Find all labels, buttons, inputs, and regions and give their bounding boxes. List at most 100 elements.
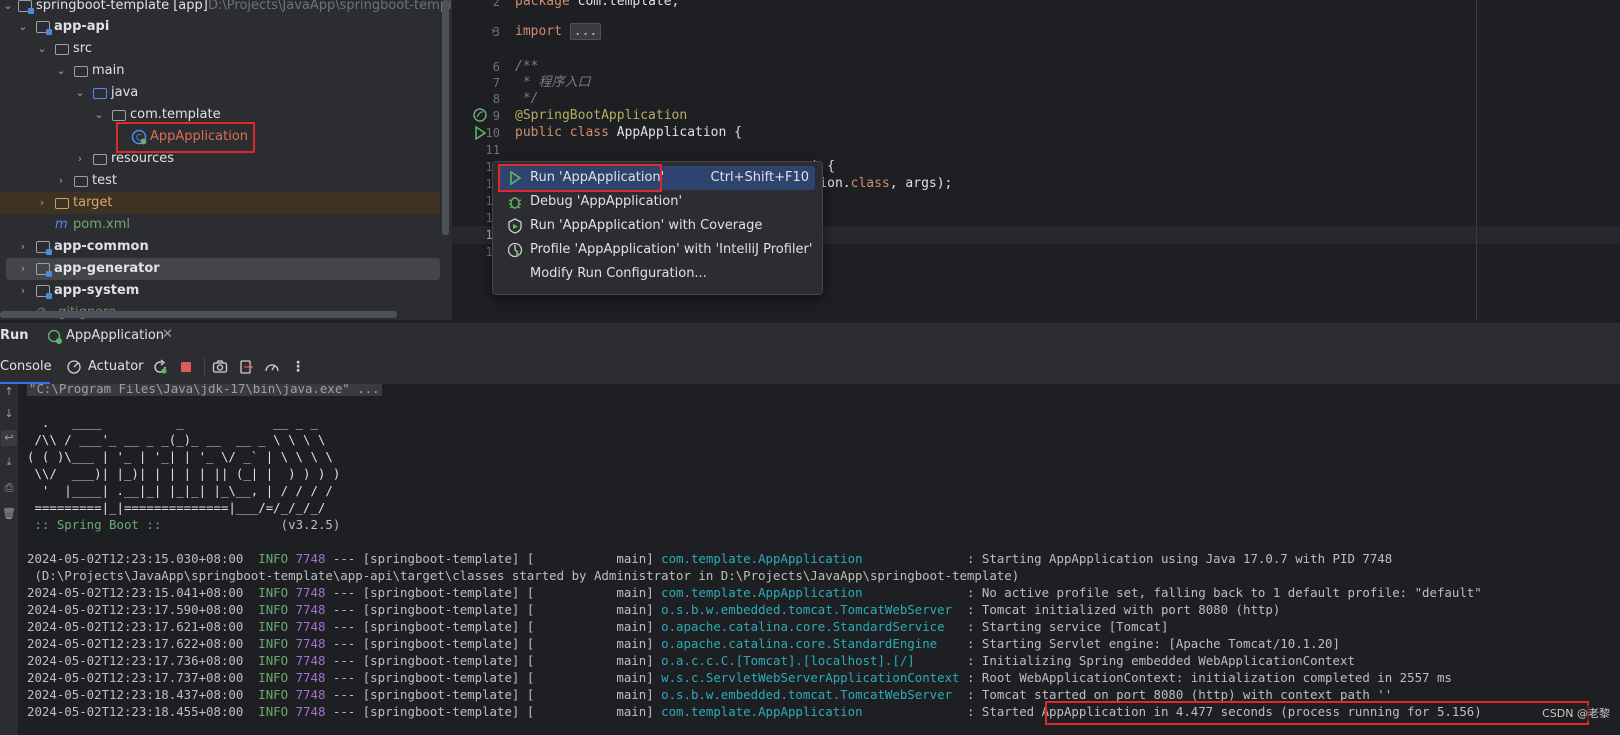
run-gutter-icon[interactable] <box>474 125 487 141</box>
fold-expand-icon[interactable]: › <box>491 24 495 37</box>
maven-icon: m <box>55 217 68 232</box>
scroll-to-end-icon[interactable]: ⤓ <box>1 454 17 470</box>
banner-line: =========|_|==============|___/=/_/_/_/ <box>27 500 326 515</box>
profiler-icon <box>507 242 523 258</box>
spring-boot-version-line: :: Spring Boot :: (v3.2.5) <box>27 517 341 532</box>
tree-horizontal-scrollbar[interactable] <box>0 311 397 318</box>
menu-item-modify-config[interactable]: Modify Run Configuration... <box>499 262 815 286</box>
tree-item-target[interactable]: › target <box>0 192 440 214</box>
right-margin-guide <box>1476 0 1477 320</box>
tab-console[interactable]: Console <box>0 350 52 384</box>
camera-icon[interactable] <box>212 359 228 375</box>
tab-console-label: Console <box>0 359 52 374</box>
menu-item-label: Profile 'AppApplication' with 'IntelliJ … <box>530 242 813 257</box>
tree-root-path: D:\Projects\JavaApp\springboot-template <box>208 0 452 13</box>
tree-label: resources <box>111 151 175 166</box>
folder-icon <box>74 176 88 187</box>
chevron-down-icon[interactable]: ⌄ <box>93 104 105 126</box>
run-tab-appapplication[interactable]: AppApplication ✕ <box>44 323 176 353</box>
spring-bean-gutter-icon[interactable] <box>473 108 487 122</box>
highlight-box <box>1045 701 1589 725</box>
chevron-right-icon[interactable]: › <box>74 148 86 170</box>
chevron-down-icon[interactable]: ⌄ <box>74 82 86 104</box>
menu-item-label: Run 'AppApplication' with Coverage <box>530 218 763 233</box>
excluded-folder-icon <box>55 198 69 209</box>
tree-item-pom[interactable]: m pom.xml <box>0 214 440 236</box>
chevron-right-icon[interactable]: › <box>36 192 48 214</box>
arrow-down-icon[interactable]: ↓ <box>1 406 17 422</box>
run-window-title: Run <box>0 328 29 343</box>
module-icon <box>36 241 52 255</box>
log-line: 2024-05-02T12:23:17.737+08:00 INFO 7748 … <box>27 670 1452 685</box>
chevron-down-icon[interactable]: ⌄ <box>2 0 14 17</box>
tab-actuator[interactable]: Actuator <box>66 350 146 384</box>
module-icon <box>36 263 52 277</box>
console-output[interactable]: "C:\Program Files\Java\jdk-17\bin\java.e… <box>18 384 1620 735</box>
tree-root[interactable]: ⌄ springboot-template [app] D:\Projects\… <box>0 0 452 17</box>
line-number: 11 <box>485 143 500 157</box>
tree-item-app-generator[interactable]: › app-generator <box>6 258 440 280</box>
line-number: 6 <box>492 60 500 74</box>
folded-imports[interactable]: ... <box>569 23 602 40</box>
package-icon <box>112 110 126 121</box>
resources-folder-icon <box>93 154 107 165</box>
code-line-2: package com.template; <box>515 0 680 9</box>
code-line-10: public class AppApplication { <box>515 125 742 140</box>
trash-icon[interactable]: 🗑 <box>1 506 17 522</box>
actuator-icon <box>66 359 82 375</box>
tree-item-main[interactable]: ⌄ main <box>0 60 440 82</box>
menu-item-label: Modify Run Configuration... <box>530 266 707 281</box>
log-line: 2024-05-02T12:23:15.030+08:00 INFO 7748 … <box>27 551 1393 566</box>
console-side-toolbar: ↑ ↓ ↩ ⤓ ⎙ 🗑 <box>0 384 18 735</box>
chevron-right-icon[interactable]: › <box>17 258 29 280</box>
tree-item-app-api[interactable]: ⌄ app-api <box>0 16 440 38</box>
module-icon <box>36 21 52 35</box>
debug-icon <box>507 194 523 210</box>
menu-item-coverage[interactable]: Run 'AppApplication' with Coverage <box>499 214 815 238</box>
exit-icon[interactable] <box>238 359 254 375</box>
log-line-continuation: (D:\Projects\JavaApp\springboot-template… <box>27 568 1020 583</box>
tree-item-java[interactable]: ⌄ java <box>0 82 440 104</box>
banner-line: ( ( )\___ | '_ | '_| | '_ \/ _` | \ \ \ … <box>27 449 333 464</box>
arrow-up-icon[interactable]: ↑ <box>1 384 17 400</box>
stop-icon[interactable] <box>178 359 194 375</box>
gauge-icon[interactable] <box>264 359 280 375</box>
tree-label: app-common <box>54 239 149 254</box>
print-icon[interactable]: ⎙ <box>1 480 17 496</box>
chevron-right-icon[interactable]: › <box>17 236 29 258</box>
code-line-8: */ <box>515 91 539 106</box>
rerun-icon[interactable] <box>152 359 168 375</box>
folder-icon <box>55 44 69 55</box>
tree-label: app-system <box>54 283 140 298</box>
chevron-right-icon[interactable]: › <box>17 280 29 302</box>
tree-item-app-system[interactable]: › app-system <box>0 280 440 302</box>
tree-label: app-generator <box>54 261 160 276</box>
run-tool-window-header: Run AppApplication ✕ <box>0 322 1620 353</box>
chevron-down-icon[interactable]: ⌄ <box>17 16 29 38</box>
banner-line: \\/ ___)| |_)| | | | | || (_| | ) ) ) ) <box>27 466 341 481</box>
chevron-right-icon[interactable]: › <box>55 170 67 192</box>
soft-wrap-icon[interactable]: ↩ <box>1 430 17 446</box>
tree-item-src[interactable]: ⌄ src <box>0 38 440 60</box>
run-tab-label: AppApplication <box>66 328 165 343</box>
tree-item-resources[interactable]: › resources <box>0 148 440 170</box>
tree-item-test[interactable]: › test <box>0 170 440 192</box>
close-icon[interactable]: ✕ <box>162 327 173 342</box>
log-line: 2024-05-02T12:23:17.590+08:00 INFO 7748 … <box>27 602 1281 617</box>
tree-item-app-common[interactable]: › app-common <box>0 236 440 258</box>
menu-item-debug[interactable]: Debug 'AppApplication' <box>499 190 815 214</box>
tree-label: target <box>73 195 113 210</box>
chevron-down-icon[interactable]: ⌄ <box>36 38 48 60</box>
module-icon <box>18 0 34 14</box>
tree-label: pom.xml <box>73 217 130 232</box>
tree-vertical-scrollbar[interactable] <box>442 0 449 235</box>
tab-actuator-label: Actuator <box>88 359 144 374</box>
tree-label: test <box>92 173 117 188</box>
more-options-icon[interactable]: ⋮ <box>290 359 306 375</box>
tree-label: src <box>73 41 92 56</box>
line-number: 8 <box>492 92 500 106</box>
chevron-down-icon[interactable]: ⌄ <box>55 60 67 82</box>
menu-item-profile[interactable]: Profile 'AppApplication' with 'IntelliJ … <box>499 238 815 262</box>
watermark: CSDN @老黎 <box>1542 705 1610 721</box>
source-folder-icon <box>93 88 107 99</box>
